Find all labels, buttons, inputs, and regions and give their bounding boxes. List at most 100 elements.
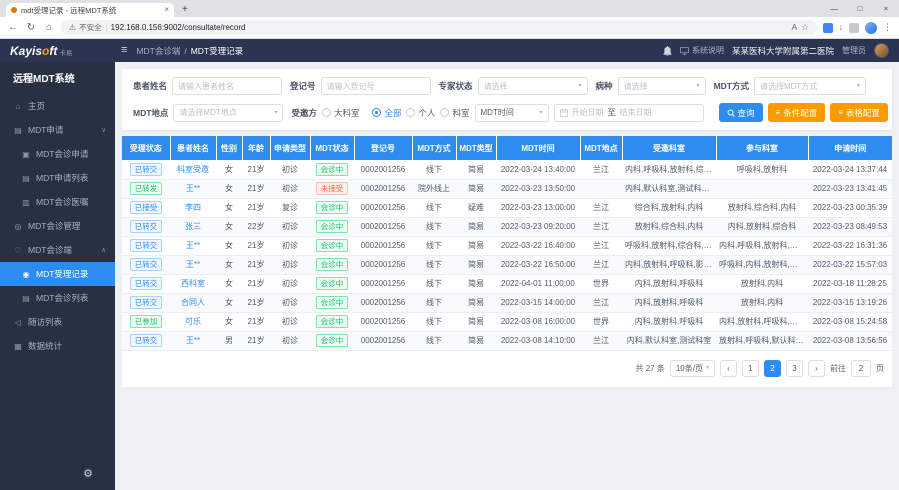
patient-name-link[interactable]: 合同人 [181, 298, 205, 307]
sidebar-item-mdt-apply-list[interactable]: ▤MDT申请列表 [0, 166, 115, 190]
table-row: 已参加可乐女21岁初诊会诊中0002001256线下简易2022-03-08 1… [122, 312, 892, 331]
cell-mdt-time: 2022-04-01 11:00:00 [496, 274, 580, 293]
security-chip[interactable]: ⚠ 不安全 [69, 22, 102, 33]
patient-name-link[interactable]: 王** [186, 336, 200, 345]
browser-home-icon[interactable]: ⌂ [43, 23, 55, 33]
invitee-radio-personal[interactable]: 个人 [406, 107, 435, 119]
patient-name-link[interactable]: 张三 [185, 222, 201, 231]
sidebar-item-mdt-consult-manage[interactable]: ◎MDT会诊管理 [0, 214, 115, 238]
window-close-button[interactable]: × [873, 0, 899, 17]
date-range-input[interactable]: 开始日期 至 结束日期 [554, 104, 704, 122]
page-button-1[interactable]: 1 [742, 360, 759, 377]
cell-patient: 科室受邀 [170, 160, 216, 179]
cell-accept-status: 已参加 [122, 312, 170, 331]
cell-mdt-place: 兰江 [580, 160, 622, 179]
cell-apply-type: 初诊 [270, 217, 310, 236]
column-header: 申请类型 [270, 136, 310, 160]
invitee-radio-large-dept[interactable]: 大科室 [322, 107, 360, 119]
prev-page-button[interactable]: ‹ [720, 360, 737, 377]
bell-icon[interactable] [663, 46, 672, 56]
cell-join-depts: 内科,放射科,呼吸科,测试科室 [716, 312, 808, 331]
patient-name-link[interactable]: 科室受邀 [177, 165, 209, 174]
sidebar-item-statistics[interactable]: ▦数据统计 [0, 334, 115, 358]
patient-name-link[interactable]: 可乐 [185, 317, 201, 326]
extension-icon[interactable] [823, 23, 833, 33]
reload-icon[interactable]: ↻ [25, 23, 37, 33]
records-table-card: 受理状态患者姓名性别年龄申请类型MDT状态登记号MDT方式MDT类型MDT时间M… [122, 136, 892, 387]
mdt-mode-label: MDT方式 [714, 80, 749, 92]
goto-page-input[interactable]: 2 [851, 360, 871, 377]
browser-tab[interactable]: mdt受理记录 - 远程MDT系统 × [6, 3, 174, 17]
sidebar-item-mdt-consult-list[interactable]: ▤MDT会诊列表 [0, 286, 115, 310]
patient-name-input[interactable]: 请输入患者姓名 [172, 77, 282, 95]
invitee-radio-dept[interactable]: 科室 [440, 107, 469, 119]
table-header-row: 受理状态患者姓名性别年龄申请类型MDT状态登记号MDT方式MDT类型MDT时间M… [122, 136, 892, 160]
table-config-button[interactable]: ≡表格配置 [830, 103, 888, 122]
disease-label: 病种 [596, 80, 613, 92]
mdt-place-select[interactable]: 请选择MDT地点▾ [173, 104, 283, 122]
divider [106, 23, 107, 32]
mdt-status-badge: 会诊中 [316, 258, 349, 271]
condition-config-button[interactable]: ≡条件配置 [768, 103, 826, 122]
sidebar-item-followup-list[interactable]: ◁随访列表 [0, 310, 115, 334]
cell-mdt-mode: 线下 [412, 274, 456, 293]
sidebar-item-mdt-apply[interactable]: ▤MDT申请∨ [0, 118, 115, 142]
download-icon[interactable]: ↓ [839, 23, 843, 32]
reg-no-input[interactable]: 请输入登记号 [321, 77, 431, 95]
star-icon[interactable]: ☆ [801, 23, 809, 32]
sidebar-item-mdt-consult-apply[interactable]: ▣MDT会诊申请 [0, 142, 115, 166]
accept-status-badge: 已参加 [130, 315, 163, 328]
cell-age: 21岁 [242, 293, 270, 312]
search-button[interactable]: 查询 [719, 103, 763, 122]
logo-text: Kayisoft [10, 45, 57, 57]
gear-icon[interactable]: ⚙ [83, 468, 93, 480]
page-size-select[interactable]: 10条/页▾ [670, 360, 715, 377]
sidebar-item-home[interactable]: ⌂主页 [0, 94, 115, 118]
cell-mdt-type: 简易 [456, 274, 496, 293]
cell-invited-depts: 内科,默认科室,测试科室,放射科 [622, 179, 716, 198]
extensions-puzzle-icon[interactable] [849, 23, 859, 33]
sidebar-item-mdt-accept-record[interactable]: ◉MDT受理记录 [0, 262, 115, 286]
user-role: 管理员 [842, 45, 866, 56]
tab-favicon-icon [11, 7, 17, 13]
patient-name-link[interactable]: 王** [186, 184, 200, 193]
patient-name-link[interactable]: 王** [186, 241, 200, 250]
column-header: 年龄 [242, 136, 270, 160]
invitee-radio-all[interactable]: 全部 [372, 107, 401, 119]
window-maximize-button[interactable]: □ [847, 0, 873, 17]
reader-icon[interactable]: A [791, 23, 797, 32]
cell-accept-status: 已转交 [122, 293, 170, 312]
new-tab-button[interactable]: + [182, 2, 188, 17]
chevron-up-icon: ∧ [101, 246, 106, 254]
profile-avatar[interactable] [865, 22, 877, 34]
accept-status-badge: 已转交 [130, 239, 163, 252]
patient-name-link[interactable]: 西科室 [181, 279, 205, 288]
patient-name-link[interactable]: 李四 [185, 203, 201, 212]
next-page-button[interactable]: › [808, 360, 825, 377]
page-button-2[interactable]: 2 [764, 360, 781, 377]
cell-invited-depts: 内科,放射科,呼吸科 [622, 312, 716, 331]
expert-status-select[interactable]: 请选择▾ [478, 77, 588, 95]
doc-icon: ▤ [13, 126, 23, 135]
window-minimize-button[interactable]: — [821, 0, 847, 17]
mdt-mode-select[interactable]: 请选择MDT方式▾ [754, 77, 866, 95]
back-icon[interactable]: ← [7, 23, 19, 33]
time-field-select[interactable]: MDT时间▾ [475, 104, 549, 122]
table-body: 已转交科室受邀女21岁初诊会诊中0002001256线下简易2022-03-24… [122, 160, 892, 350]
address-bar[interactable]: ⚠ 不安全 192.168.0.156:9002/consultate/reco… [61, 20, 817, 35]
browser-menu-icon[interactable]: ⋮ [883, 23, 892, 32]
disease-select[interactable]: 请选择▾ [618, 77, 706, 95]
page-button-3[interactable]: 3 [786, 360, 803, 377]
cell-age: 21岁 [242, 179, 270, 198]
avatar[interactable] [874, 43, 889, 58]
cell-mdt-time: 2022-03-24 13:40:00 [496, 160, 580, 179]
sidebar-collapse-icon[interactable]: ≡ [121, 45, 127, 56]
tab-close-icon[interactable]: × [164, 6, 169, 14]
sidebar-item-mdt-consult-side[interactable]: ♡MDT会诊端∧ [0, 238, 115, 262]
sidebar-item-mdt-consult-order[interactable]: ▥MDT会诊医嘱 [0, 190, 115, 214]
system-note-button[interactable]: 系统说明 [680, 45, 724, 56]
cell-mdt-mode: 线下 [412, 160, 456, 179]
cell-age: 22岁 [242, 217, 270, 236]
patient-name-link[interactable]: 王** [186, 260, 200, 269]
cell-join-depts: 放射科,呼吸科,默认科室,测试科室 [716, 331, 808, 350]
